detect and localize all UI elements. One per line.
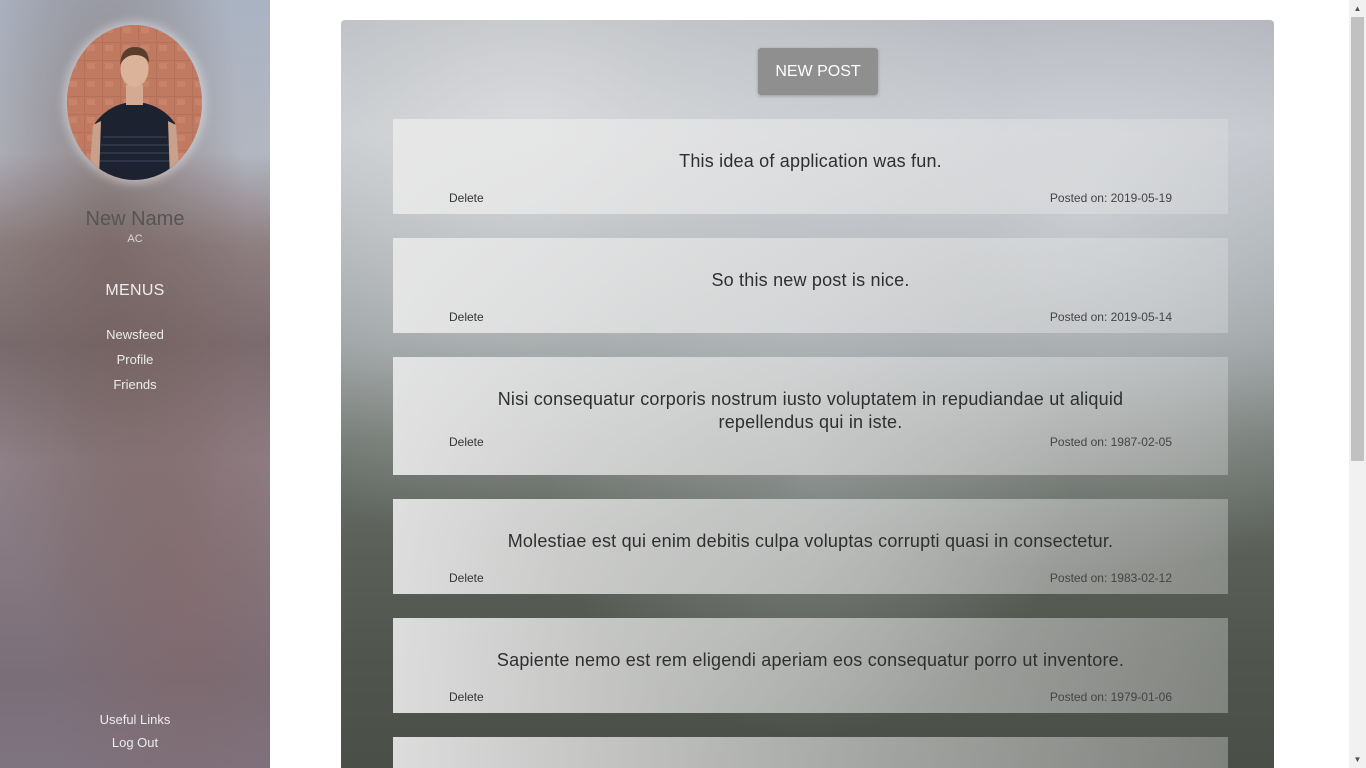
post-card: This idea of application was fun. Delete… <box>393 119 1228 214</box>
post-date: Posted on: 2019-05-14 <box>1049 310 1172 324</box>
scroll-down-icon[interactable]: ▼ <box>1349 751 1366 768</box>
new-post-button[interactable]: NEW POST <box>758 48 878 95</box>
menus-heading: MENUS <box>105 282 165 299</box>
post-card: Nisi consequatur corporis nostrum iusto … <box>393 357 1228 475</box>
post-card <box>393 737 1228 768</box>
avatar[interactable] <box>67 25 202 180</box>
logout-link[interactable]: Log Out <box>0 735 270 758</box>
newsfeed-panel: NEW POST This idea of application was fu… <box>341 20 1274 768</box>
post-card: Molestiae est qui enim debitis culpa vol… <box>393 499 1228 594</box>
post-date: Posted on: 1979-01-06 <box>1049 690 1172 704</box>
delete-button[interactable]: Delete <box>449 310 484 324</box>
post-date: Posted on: 1983-02-12 <box>1049 571 1172 585</box>
user-initials: AC <box>127 233 143 245</box>
page-scrollbar[interactable]: ▲ ▼ <box>1349 0 1366 768</box>
delete-button[interactable]: Delete <box>449 191 484 205</box>
menu-list: Newsfeed Profile Friends <box>0 326 270 401</box>
post-text: Sapiente nemo est rem eligendi aperiam e… <box>496 650 1125 670</box>
sidebar: New Name AC MENUS Newsfeed Profile Frien… <box>0 0 270 768</box>
delete-button[interactable]: Delete <box>449 571 484 585</box>
delete-button[interactable]: Delete <box>449 435 484 449</box>
post-text: This idea of application was fun. <box>679 151 942 171</box>
menu-item-profile[interactable]: Profile <box>0 351 270 376</box>
scrollbar-thumb[interactable] <box>1351 17 1364 461</box>
post-date: Posted on: 2019-05-19 <box>1049 191 1172 205</box>
post-text: So this new post is nice. <box>711 270 910 290</box>
scroll-up-icon[interactable]: ▲ <box>1349 0 1366 17</box>
post-card: So this new post is nice. Delete Posted … <box>393 238 1228 333</box>
delete-button[interactable]: Delete <box>449 690 484 704</box>
post-card: Sapiente nemo est rem eligendi aperiam e… <box>393 618 1228 713</box>
bottom-links: Useful Links Log Out <box>0 712 270 758</box>
menu-item-friends[interactable]: Friends <box>0 376 270 401</box>
post-text: Molestiae est qui enim debitis culpa vol… <box>507 531 1114 551</box>
avatar-photo <box>67 25 202 180</box>
useful-links-link[interactable]: Useful Links <box>0 712 270 735</box>
post-text: Nisi consequatur corporis nostrum iusto … <box>497 389 1124 432</box>
post-date: Posted on: 1987-02-05 <box>1049 435 1172 449</box>
user-name: New Name <box>85 208 185 230</box>
menu-item-newsfeed[interactable]: Newsfeed <box>0 326 270 351</box>
